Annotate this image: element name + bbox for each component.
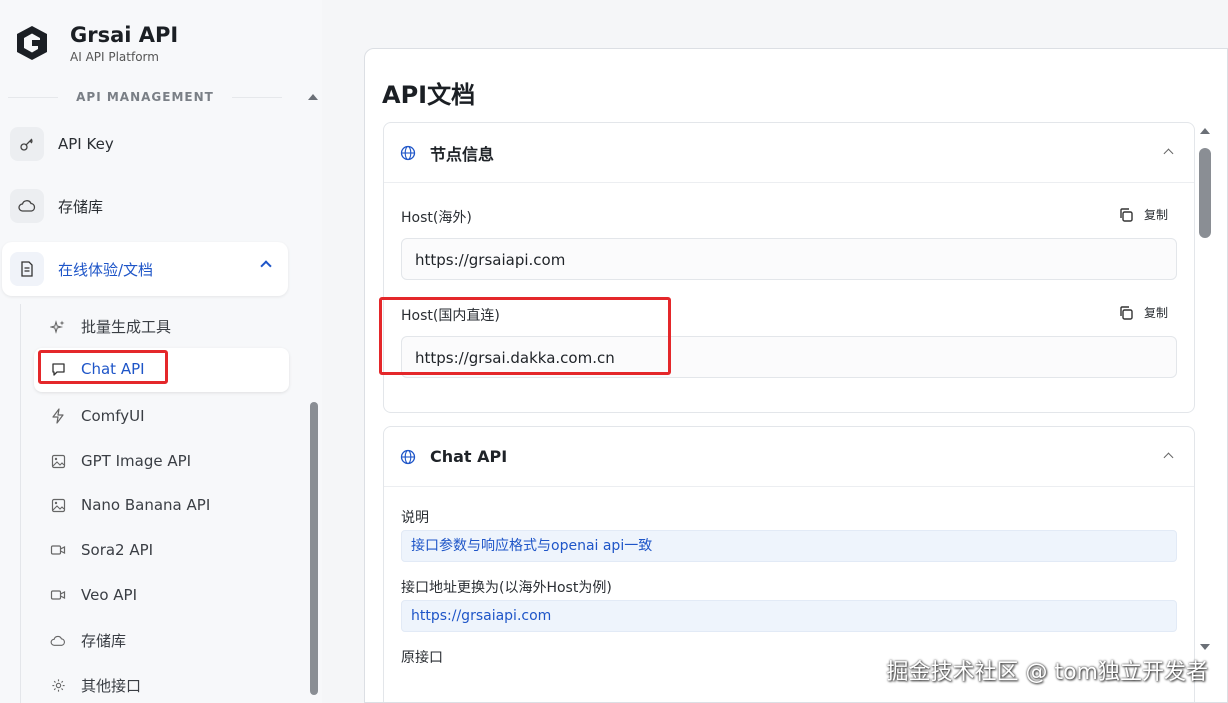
chat-icon [50, 361, 66, 377]
main-content: API文档 节点信息 Host(海外) 复制 https://grsaiapi.… [364, 48, 1228, 703]
sidebar-item-api-key[interactable]: API Key [10, 127, 114, 161]
key-icon [10, 127, 44, 161]
sidebar-item-docs[interactable]: 在线体验/文档 [2, 242, 288, 296]
copy-label: 复制 [1143, 208, 1168, 222]
watermark: 掘金技术社区 @ tom独立开发者 [886, 660, 1208, 685]
sidebar: Grsai API AI API Platform API MANAGEMENT… [0, 0, 322, 703]
sidebar-item-label: 存储库 [58, 197, 104, 216]
submenu-item-label: Chat API [81, 360, 145, 378]
main-scroll-down-arrow[interactable] [1200, 644, 1210, 650]
gear-icon [50, 678, 66, 694]
card-title: 节点信息 [430, 144, 495, 164]
submenu-item-veo-api[interactable]: Veo API [50, 586, 137, 604]
copy-icon [1120, 207, 1133, 222]
sidebar-item-label: 在线体验/文档 [58, 260, 154, 279]
sparkles-icon [50, 319, 66, 335]
image-icon [50, 453, 66, 469]
card-title: Chat API [430, 447, 508, 466]
endpoint-value[interactable]: https://grsaiapi.com [401, 600, 1177, 632]
submenu-item-nano-banana-api[interactable]: Nano Banana API [50, 496, 210, 514]
chevron-up-icon[interactable] [1163, 148, 1174, 159]
globe-icon [400, 145, 416, 160]
globe-icon [400, 449, 416, 464]
page-title: API文档 [382, 81, 476, 109]
annotation-highlight-box [379, 297, 671, 375]
submenu-item-comfyui[interactable]: ComfyUI [50, 407, 145, 425]
description-label: 说明 [401, 510, 429, 526]
copy-icon [1120, 305, 1133, 320]
brand[interactable]: Grsai API AI API Platform [12, 22, 178, 64]
endpoint-label: 接口地址更换为(以海外Host为例) [401, 580, 612, 596]
submenu-item-label: Veo API [81, 586, 138, 604]
copy-host-overseas-button[interactable]: 复制 [1118, 206, 1168, 223]
bolt-icon [50, 408, 66, 424]
submenu-item-label: ComfyUI [81, 407, 145, 425]
image-icon [50, 497, 66, 513]
video-icon [50, 587, 66, 603]
submenu-item-label: 批量生成工具 [81, 318, 172, 336]
sidebar-scrollbar-thumb[interactable] [310, 402, 318, 695]
sidebar-item-label: API Key [58, 135, 114, 153]
chevron-up-icon[interactable] [260, 260, 272, 272]
sidebar-scroll-up-arrow[interactable] [308, 94, 318, 100]
submenu-item-other-apis[interactable]: 其他接口 [50, 675, 141, 696]
submenu-item-label: 存储库 [81, 632, 127, 650]
brand-subtitle: AI API Platform [70, 50, 159, 64]
video-icon [50, 542, 66, 558]
copy-label: 复制 [1143, 306, 1168, 320]
submenu-item-label: Sora2 API [81, 541, 154, 559]
brand-name: Grsai API [70, 23, 179, 47]
submenu-item-storage[interactable]: 存储库 [50, 630, 126, 651]
section-divider-right [232, 97, 282, 98]
submenu-item-label: GPT Image API [81, 452, 192, 470]
sidebar-item-storage[interactable]: 存储库 [10, 189, 103, 223]
grsai-logo-icon [17, 26, 47, 60]
main-scroll-up-arrow[interactable] [1200, 128, 1210, 134]
document-icon [10, 252, 44, 286]
copy-host-domestic-button[interactable]: 复制 [1118, 304, 1168, 321]
submenu-item-gpt-image-api[interactable]: GPT Image API [50, 452, 191, 470]
submenu-item-batch-tool[interactable]: 批量生成工具 [50, 316, 171, 337]
host-overseas-label: Host(海外) [401, 210, 472, 226]
chat-api-card-header[interactable]: Chat API [384, 427, 1194, 487]
node-info-card-header[interactable]: 节点信息 [384, 123, 1194, 183]
chevron-up-icon[interactable] [1163, 452, 1174, 463]
submenu-item-sora2-api[interactable]: Sora2 API [50, 541, 153, 559]
submenu-item-chat-api[interactable]: Chat API [34, 348, 289, 392]
original-endpoint-label: 原接口 [401, 650, 443, 666]
main-scrollbar-thumb[interactable] [1199, 148, 1211, 238]
cloud-icon [50, 633, 66, 649]
submenu-guide-line [20, 304, 21, 703]
description-value: 接口参数与响应格式与openai api一致 [401, 530, 1177, 562]
cloud-icon [10, 189, 44, 223]
submenu-item-label: Nano Banana API [81, 496, 211, 514]
host-overseas-value[interactable]: https://grsaiapi.com [401, 238, 1177, 280]
submenu-item-label: 其他接口 [81, 677, 142, 695]
